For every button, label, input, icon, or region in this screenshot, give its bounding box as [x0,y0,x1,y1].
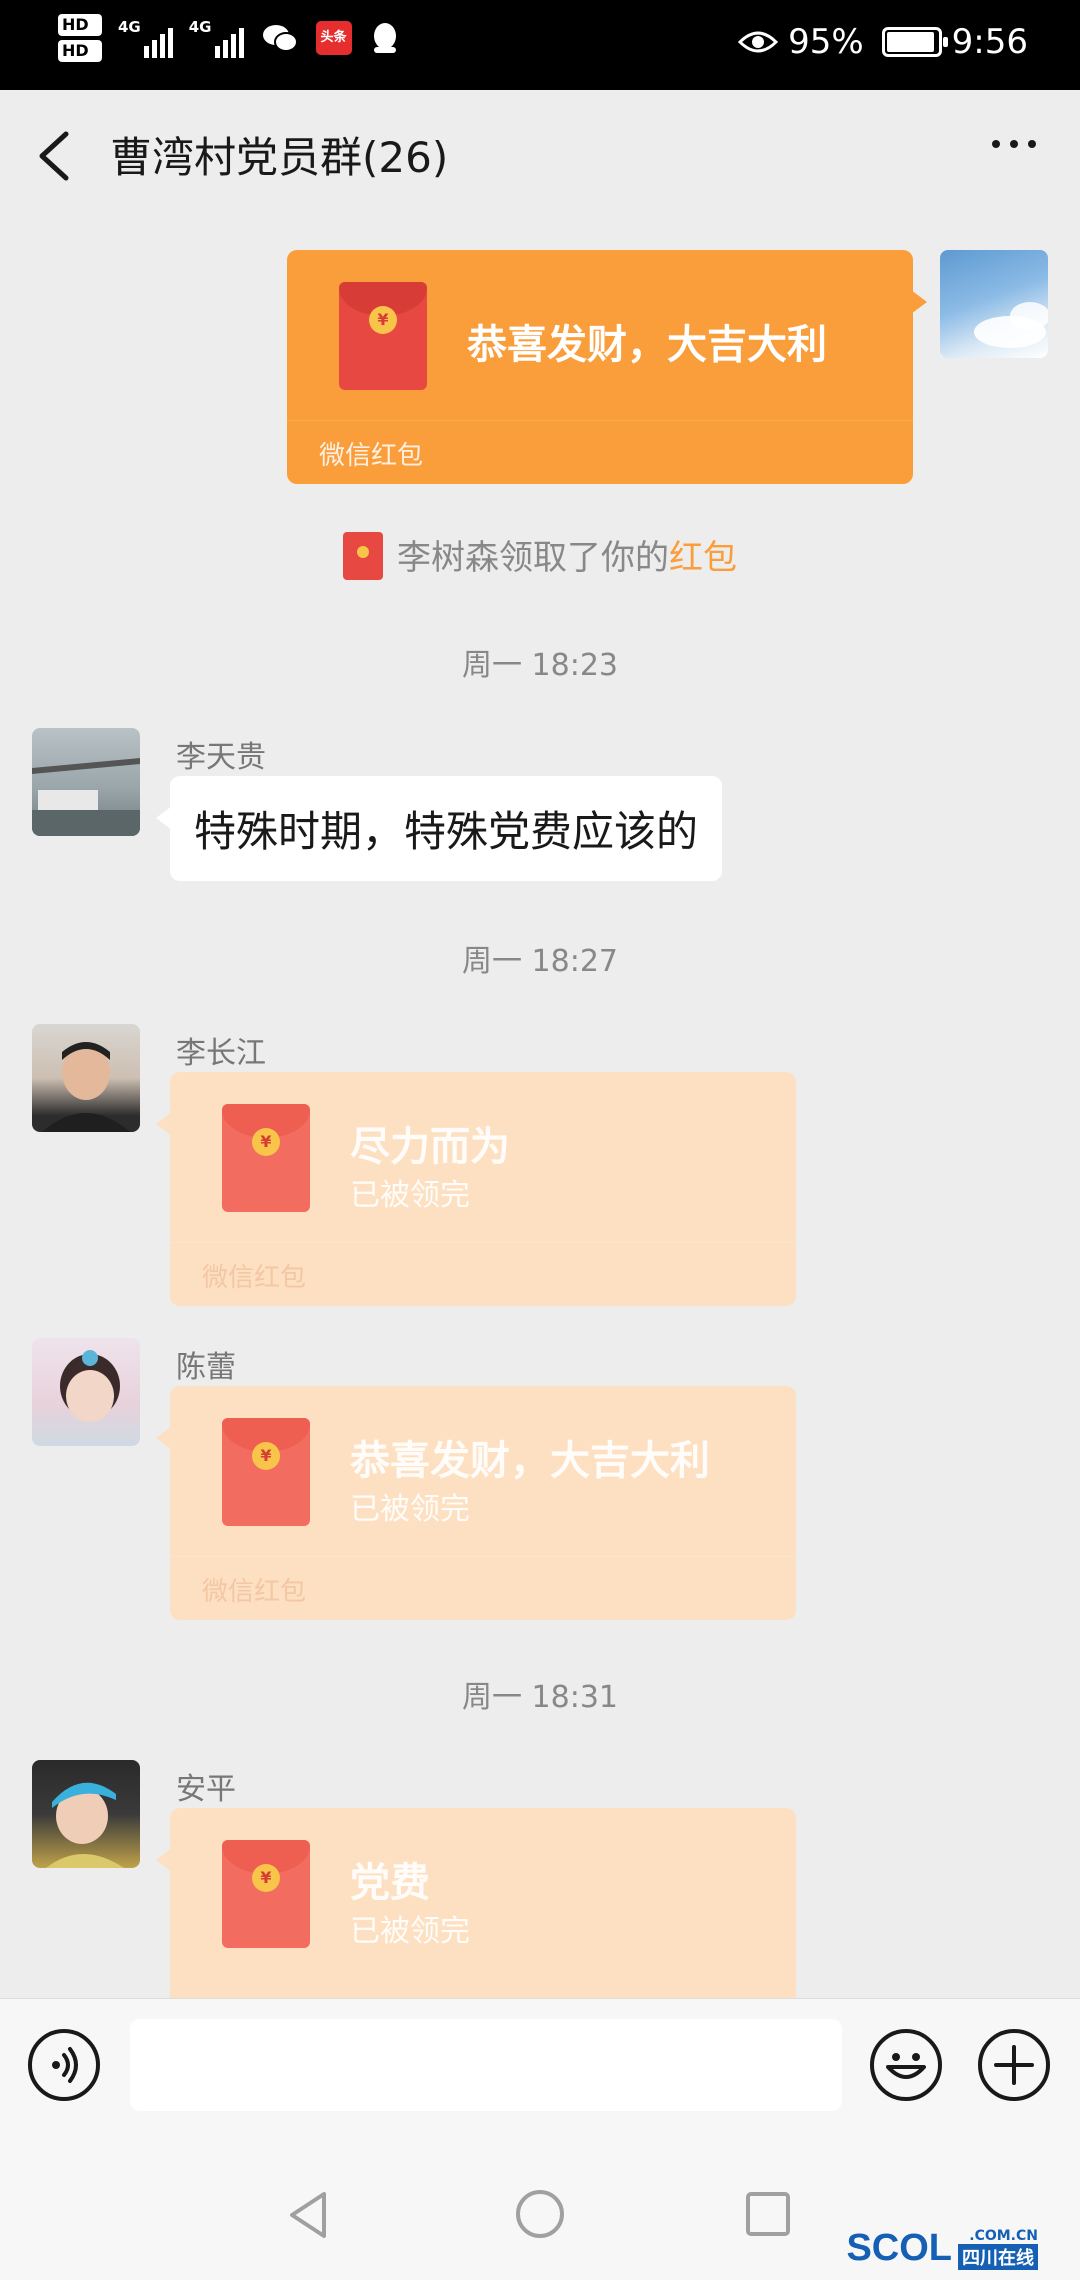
battery-icon [881,27,948,57]
battery-percent: 95% [788,22,864,62]
red-packet-title: 尽力而为 [350,1124,510,1170]
timestamp: 周一 18:31 [462,1680,618,1715]
watermark-logo: SCOL [846,2227,952,2269]
network-type-1: 4G [118,18,141,36]
red-envelope-icon: ¥ [222,1840,310,1948]
avatar-anping[interactable] [32,1760,140,1868]
hd-badge-1: HD [58,14,102,36]
received-red-packet[interactable]: ¥ 尽力而为 已被领完 微信红包 [156,1072,796,1306]
sent-red-packet[interactable]: ¥ 恭喜发财，大吉大利 微信红包 [287,250,927,484]
sender-name: 陈蕾 [176,1350,236,1385]
sender-name: 李天贵 [176,740,266,775]
watermark-domain: .COM.CN [969,2227,1038,2244]
chat-header: 曹湾村党员群(26) [0,90,1080,220]
qq-icon [373,23,396,53]
signal-icon-1: 4G [118,18,173,58]
red-packet-status: 已被领完 [350,1914,470,1949]
sender-name: 李长江 [176,1036,266,1071]
red-packet-footer: 微信红包 [202,1577,307,1607]
avatar-litiangui[interactable] [32,728,140,836]
hd-badge-2: HD [58,40,102,62]
emoji-smile-icon[interactable] [870,2029,942,2101]
red-envelope-icon: ¥ [222,1418,310,1526]
back-chevron-icon[interactable] [30,128,80,184]
timestamp: 周一 18:23 [462,648,618,683]
red-packet-claimed-notice: 李树森领取了你的红包 [0,530,1080,584]
status-bar: HD HD 4G 4G 头条 95% 9:56 [0,0,1080,90]
red-packet-status: 已被领完 [350,1178,470,1213]
notice-text: 李树森领取了你的 [397,538,669,578]
timestamp: 周一 18:27 [462,944,618,979]
avatar-lichangjiang[interactable] [32,1024,140,1132]
voice-icon[interactable] [28,2029,100,2101]
baby-photo [46,1782,124,1868]
hd-indicators: HD HD [58,14,102,62]
system-nav-bar: SCOL .COM.CN 四川在线 [0,2128,1080,2280]
chat-title: 曹湾村党员群(26) [110,133,449,182]
received-red-packet[interactable]: ¥ 党费 已被领完 [156,1808,796,1998]
clock: 9:56 [951,22,1028,62]
more-options-icon[interactable] [992,140,1036,148]
red-packet-status: 已被领完 [350,1492,470,1527]
child-photo [60,1350,120,1422]
red-packet-title: 恭喜发财，大吉大利 [467,322,827,368]
red-packet-title: 恭喜发财，大吉大利 [350,1438,710,1484]
red-envelope-icon: ¥ [339,282,427,390]
toutiao-icon: 头条 [315,21,352,55]
chat-messages[interactable]: ¥ 恭喜发财，大吉大利 微信红包 李树森领取了你的红包 周一 18:23 李天贵… [0,220,1080,1998]
scol-watermark: SCOL .COM.CN 四川在线 [846,2227,1038,2270]
sender-name: 安平 [176,1772,236,1807]
wechat-icon [262,25,298,52]
avatar-chenlei[interactable] [32,1338,140,1446]
nav-home-icon[interactable] [514,2188,566,2240]
sky-cloud-image [974,302,1048,348]
message-input[interactable] [130,2019,842,2111]
battery-fill [886,32,934,52]
received-red-packet[interactable]: ¥ 恭喜发财，大吉大利 已被领完 微信红包 [156,1386,796,1620]
red-packet-title: 党费 [350,1860,430,1906]
red-packet-footer: 微信红包 [202,1263,307,1293]
plus-icon[interactable] [978,2029,1050,2101]
notice-red-packet-link[interactable]: 红包 [669,538,737,578]
red-packet-footer: 微信红包 [319,441,424,471]
red-envelope-icon: ¥ [222,1104,310,1212]
my-avatar[interactable] [940,250,1048,358]
input-bar [0,1998,1080,2128]
signal-icon-2: 4G [189,18,244,58]
portrait-photo [42,1042,130,1132]
nav-back-icon[interactable] [284,2188,334,2242]
watermark-cn: 四川在线 [958,2243,1038,2270]
bridge-photo [32,758,140,836]
text-message[interactable]: 特殊时期，特殊党费应该的 [155,776,723,881]
network-type-2: 4G [188,18,212,36]
eye-icon [738,31,779,53]
nav-recents-icon[interactable] [744,2190,792,2238]
red-packet-mini-icon [343,531,383,580]
